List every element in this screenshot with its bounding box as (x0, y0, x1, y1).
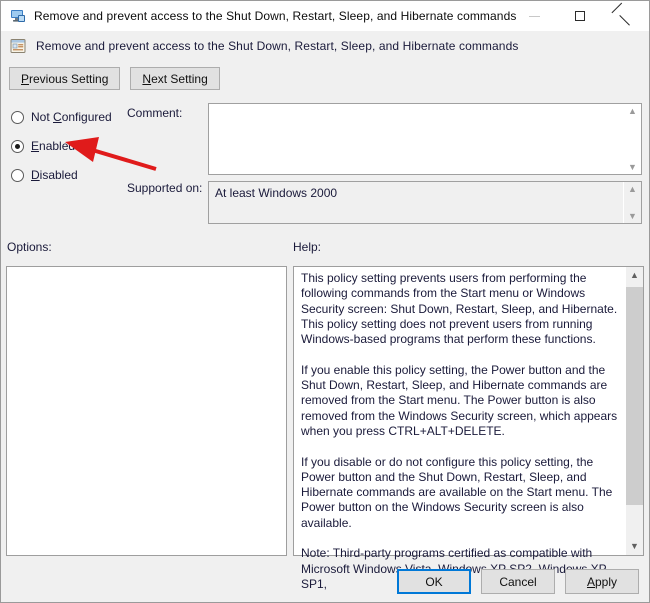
comment-scrollbar[interactable]: ▲ ▼ (623, 104, 641, 174)
help-scrollbar[interactable]: ▲ ▼ (625, 267, 643, 555)
help-label: Help: (293, 240, 322, 254)
previous-setting-button[interactable]: Previous Setting (9, 67, 121, 90)
radio-enabled-label: Enabled (31, 139, 76, 153)
scroll-up-icon[interactable]: ▲ (624, 104, 641, 118)
scroll-down-icon[interactable]: ▼ (626, 538, 643, 555)
radio-not-configured[interactable]: Not Configured (11, 109, 126, 125)
radio-disabled[interactable]: Disabled (11, 167, 126, 183)
previous-setting-label: revious Setting (29, 71, 109, 86)
scroll-up-icon[interactable]: ▲ (624, 182, 641, 196)
supported-on-label: Supported on: (127, 181, 203, 195)
window-title: Remove and prevent access to the Shut Do… (34, 9, 517, 23)
radio-enabled-mark (11, 139, 24, 153)
scroll-down-icon[interactable]: ▼ (624, 209, 641, 223)
next-setting-button[interactable]: Next Setting (130, 67, 220, 90)
radio-not-configured-label: Not Configured (31, 110, 112, 124)
apply-button[interactable]: Apply (565, 569, 639, 594)
scroll-down-icon[interactable]: ▼ (624, 160, 641, 174)
close-icon (620, 10, 632, 22)
next-setting-accel: N (142, 71, 152, 86)
help-text: This policy setting prevents users from … (301, 271, 618, 591)
policy-state-radio-group: Not Configured Enabled Disabled (11, 109, 126, 196)
maximize-button[interactable] (557, 1, 603, 31)
close-button[interactable] (603, 1, 649, 31)
radio-enabled[interactable]: Enabled (11, 138, 126, 154)
next-setting-label: ext Setting (151, 71, 208, 86)
scrollbar-thumb[interactable] (626, 287, 643, 505)
setting-header: Remove and prevent access to the Shut Do… (1, 31, 649, 61)
help-panel: This policy setting prevents users from … (293, 266, 644, 591)
ok-button[interactable]: OK (397, 569, 471, 594)
policy-setting-icon (10, 38, 26, 54)
options-label: Options: (7, 240, 52, 254)
cancel-button[interactable]: Cancel (481, 569, 555, 594)
radio-disabled-label: Disabled (31, 168, 78, 182)
radio-not-configured-mark (11, 110, 24, 124)
navigation-buttons: Previous Setting Next Setting (9, 67, 220, 90)
dialog-buttons: OK Cancel Apply (397, 569, 639, 594)
maximize-icon (575, 11, 585, 21)
apply-label: pply (595, 574, 618, 589)
window-controls (511, 1, 649, 31)
scroll-up-icon[interactable]: ▲ (626, 267, 643, 284)
previous-setting-accel: P (21, 71, 30, 86)
group-policy-setting-dialog: Remove and prevent access to the Shut Do… (0, 0, 650, 603)
supported-on-scrollbar[interactable]: ▲ ▼ (623, 182, 641, 223)
comment-textarea[interactable]: ▲ ▼ (208, 103, 642, 175)
supported-on-value: At least Windows 2000 (215, 186, 338, 200)
supported-on-field: At least Windows 2000 ▲ ▼ (208, 181, 642, 224)
minimize-button[interactable] (511, 1, 557, 31)
setting-title: Remove and prevent access to the Shut Do… (36, 39, 519, 53)
radio-disabled-mark (11, 168, 24, 182)
comment-label: Comment: (127, 106, 183, 120)
options-panel[interactable] (6, 266, 287, 556)
title-bar[interactable]: Remove and prevent access to the Shut Do… (1, 1, 649, 31)
computer-policy-icon (10, 8, 26, 24)
apply-accel: A (586, 574, 595, 589)
minimize-icon (528, 15, 540, 17)
